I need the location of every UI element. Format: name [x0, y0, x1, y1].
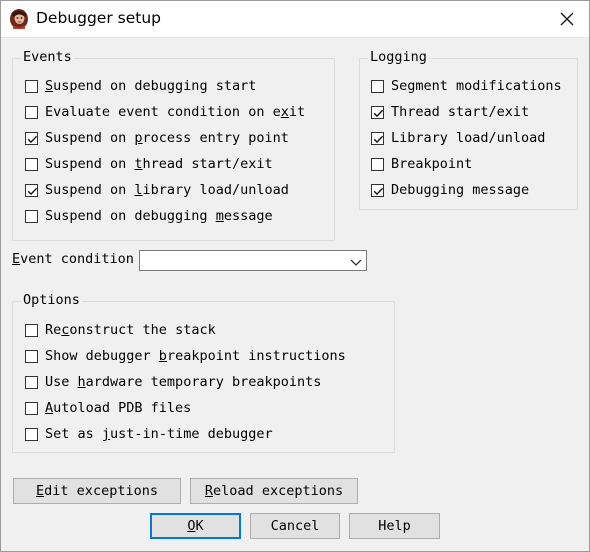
checkbox-label: Suspend on library load/unload: [45, 182, 289, 198]
checkbox[interactable]: [25, 105, 38, 119]
options-checkbox-row[interactable]: Set as just-in-time debugger: [25, 424, 273, 444]
checkmark-icon: [373, 109, 384, 117]
checkbox-label: Set as just-in-time debugger: [45, 426, 273, 442]
event-condition-label: Event condition: [12, 251, 134, 267]
events-checkbox-row[interactable]: Suspend on thread start/exit: [25, 154, 273, 174]
checkbox-label: Breakpoint: [391, 156, 473, 172]
events-checkbox-row[interactable]: Suspend on debugging message: [25, 206, 273, 226]
checkbox[interactable]: [25, 183, 38, 197]
checkbox[interactable]: [25, 375, 38, 389]
chevron-down-icon[interactable]: [350, 256, 362, 272]
checkbox-label: Suspend on thread start/exit: [45, 156, 273, 172]
checkmark-icon: [373, 187, 384, 195]
checkbox[interactable]: [371, 157, 384, 171]
checkmark-icon: [27, 187, 38, 195]
event-condition-dropdown[interactable]: [139, 250, 367, 271]
checkbox-label: Suspend on debugging start: [45, 78, 257, 94]
window-title: Debugger setup: [36, 9, 161, 27]
options-checkbox-row[interactable]: Show debugger breakpoint instructions: [25, 346, 346, 366]
checkmark-icon: [27, 135, 38, 143]
events-checkbox-row[interactable]: Suspend on library load/unload: [25, 180, 289, 200]
checkbox[interactable]: [371, 131, 384, 145]
checkbox-label: Thread start/exit: [391, 104, 530, 120]
events-checkbox-row[interactable]: Suspend on debugging start: [25, 76, 256, 96]
title-bar: Debugger setup: [0, 0, 590, 38]
options-group-title: Options: [21, 292, 82, 308]
logging-checkbox-row[interactable]: Thread start/exit: [371, 102, 529, 122]
logging-checkbox-row[interactable]: Breakpoint: [371, 154, 472, 174]
logging-group-title: Logging: [368, 49, 429, 65]
close-button[interactable]: [544, 0, 590, 38]
logging-checkbox-row[interactable]: Segment modifications: [371, 76, 562, 96]
options-checkbox-row[interactable]: Use hardware temporary breakpoints: [25, 372, 321, 392]
checkbox-label: Reconstruct the stack: [45, 322, 216, 338]
events-group-title: Events: [21, 49, 74, 65]
cancel-button[interactable]: Cancel: [250, 513, 340, 539]
checkbox-label: Debugging message: [391, 182, 530, 198]
edit-exceptions-button[interactable]: Edit exceptions: [13, 478, 181, 504]
ok-button[interactable]: OK: [150, 513, 241, 539]
checkbox[interactable]: [371, 105, 384, 119]
options-checkbox-row[interactable]: Reconstruct the stack: [25, 320, 216, 340]
checkbox[interactable]: [25, 427, 38, 441]
checkbox-label: Suspend on process entry point: [45, 130, 289, 146]
reload-exceptions-button[interactable]: Reload exceptions: [190, 478, 358, 504]
checkmark-icon: [373, 135, 384, 143]
checkbox-label: Use hardware temporary breakpoints: [45, 374, 322, 390]
checkbox[interactable]: [25, 401, 38, 415]
checkbox[interactable]: [25, 131, 38, 145]
help-button[interactable]: Help: [349, 513, 440, 539]
close-icon: [560, 12, 574, 26]
checkbox[interactable]: [25, 157, 38, 171]
checkbox-label: Evaluate event condition on exit: [45, 104, 306, 120]
checkbox[interactable]: [371, 79, 384, 93]
checkbox[interactable]: [25, 323, 38, 337]
checkbox-label: Show debugger breakpoint instructions: [45, 348, 346, 364]
events-checkbox-row[interactable]: Suspend on process entry point: [25, 128, 289, 148]
checkbox[interactable]: [25, 79, 38, 93]
app-logo-icon: [8, 8, 30, 30]
checkbox-label: Autoload PDB files: [45, 400, 192, 416]
events-checkbox-row[interactable]: Evaluate event condition on exit: [25, 102, 305, 122]
options-checkbox-row[interactable]: Autoload PDB files: [25, 398, 191, 418]
checkbox-label: Segment modifications: [391, 78, 562, 94]
checkbox[interactable]: [371, 183, 384, 197]
checkbox[interactable]: [25, 349, 38, 363]
checkbox-label: Library load/unload: [391, 130, 546, 146]
checkbox-label: Suspend on debugging message: [45, 208, 273, 224]
logging-checkbox-row[interactable]: Library load/unload: [371, 128, 545, 148]
logging-checkbox-row[interactable]: Debugging message: [371, 180, 529, 200]
checkbox[interactable]: [25, 209, 38, 223]
